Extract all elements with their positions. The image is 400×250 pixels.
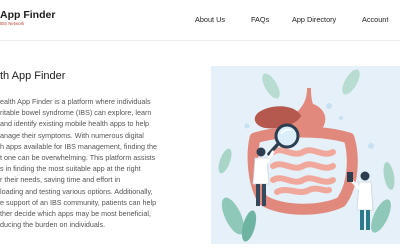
illustration-svg (218, 69, 395, 242)
description-line: s in finding the most suitable app at th… (0, 164, 141, 174)
nav-app-directory[interactable]: App Directory (292, 15, 336, 24)
hero-title: th App Finder (0, 70, 66, 82)
description-line: h apps available for IBS management, fin… (0, 141, 158, 151)
nav-faqs[interactable]: FAQs (251, 15, 269, 24)
hero-section: th App Finder ealth App Finder is a plat… (0, 41, 400, 250)
nav-account[interactable]: Account (362, 15, 388, 24)
description-line: anage their symptoms. With numerous digi… (0, 130, 144, 140)
site-header: App Finder IBS Network About Us FAQs App… (0, 0, 400, 40)
description-line: ealth App Finder is a platform where ind… (0, 97, 151, 106)
description-line: ritable bowel syndrome (IBS) can explore… (0, 108, 152, 118)
brand-title: App Finder (0, 9, 56, 21)
nav-about-us[interactable]: About Us (195, 15, 225, 24)
description-line: r their needs, saving time and effort in (0, 175, 121, 185)
description-line: ther decide which apps may be most benef… (0, 209, 152, 219)
description-line: and identify existing mobile health apps… (0, 119, 150, 129)
doctor-figure-icon (347, 171, 374, 230)
digestive-system-illustration (211, 66, 400, 244)
description-line: t one can be overwhelming. This platform… (0, 153, 156, 163)
brand-subtitle: IBS Network (0, 21, 25, 26)
description-line: loading and testing various options. Add… (0, 186, 153, 196)
small-intestine-icon (270, 147, 336, 195)
hero-description: ealth App Finder is a platform where ind… (0, 96, 195, 230)
description-line: e support of an IBS community, patients … (0, 197, 157, 207)
description-line: ducing the burden on individuals. (0, 220, 106, 230)
